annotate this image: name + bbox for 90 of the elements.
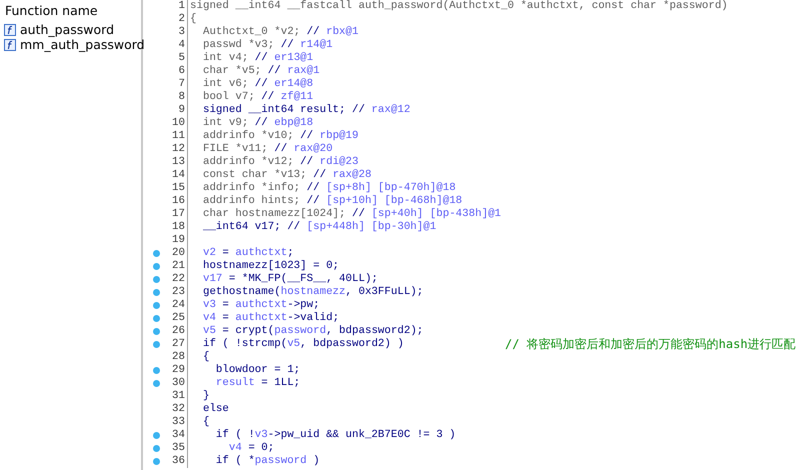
code-line: addrinfo *v10; // rbp@19 <box>202 130 358 143</box>
line-number: 22 <box>171 273 186 286</box>
code-line: passwd *v3; // r14@1 <box>202 39 333 52</box>
breakpoint-dot[interactable] <box>152 432 160 439</box>
line-number: 21 <box>171 260 186 273</box>
code-line: { <box>190 13 196 26</box>
code-line: { <box>202 416 210 429</box>
code-line: addrinfo hints; // [sp+10h] [bp-468h]@18 <box>202 195 462 208</box>
line-number: 24 <box>171 299 186 312</box>
code-line: __int64 v17; // [sp+448h] [bp-30h]@1 <box>202 221 436 234</box>
code-line: { <box>202 351 210 364</box>
code-comment: // 将密码加密后和加密后的万能密码的hash进行匹配 <box>504 338 796 351</box>
breakpoint-dot[interactable] <box>152 250 160 257</box>
code-line: if ( !strcmp(v5, bdpassword2) ) <box>202 338 404 351</box>
code-line: int v4; // er13@1 <box>202 52 314 65</box>
breakpoint-dot[interactable] <box>152 328 160 335</box>
function-list-item[interactable]: auth_password <box>4 22 114 37</box>
line-number: 8 <box>178 91 186 104</box>
line-number: 26 <box>171 325 186 338</box>
line-number: 31 <box>171 390 186 403</box>
line-number: 2 <box>178 13 186 26</box>
breakpoint-dot[interactable] <box>152 289 160 296</box>
line-number: 23 <box>171 286 186 299</box>
line-number: 19 <box>171 234 186 247</box>
code-line: int v9; // ebp@18 <box>202 117 314 130</box>
code-line: gethostname(hostnamezz, 0x3FFuLL); <box>202 286 424 299</box>
line-number: 4 <box>178 39 186 52</box>
code-line: FILE *v11; // rax@20 <box>202 143 333 156</box>
line-number: 34 <box>171 429 186 442</box>
line-number: 10 <box>171 117 186 130</box>
line-number: 18 <box>171 221 186 234</box>
line-number: 11 <box>171 130 186 143</box>
code-line: signed __int64 result; // rax@12 <box>202 104 410 117</box>
line-number: 25 <box>171 312 186 325</box>
code-line: bool v7; // zf@11 <box>202 91 314 104</box>
line-number: 28 <box>171 351 186 364</box>
breakpoint-dot[interactable] <box>152 445 160 452</box>
line-number: 17 <box>171 208 186 221</box>
code-line: else <box>202 403 229 416</box>
code-line: char *v5; // rax@1 <box>202 65 320 78</box>
line-number: 14 <box>171 169 186 182</box>
line-number: 20 <box>171 247 186 260</box>
code-line: addrinfo *info; // [sp+8h] [bp-470h]@18 <box>202 182 456 195</box>
line-number: 13 <box>171 156 186 169</box>
code-line: if ( !v3->pw_uid && unk_2B7E0C != 3 ) <box>214 429 456 442</box>
function-icon <box>4 24 16 36</box>
breakpoint-dot[interactable] <box>152 380 160 387</box>
code-line: v4 = authctxt->valid; <box>202 312 340 325</box>
line-number: 3 <box>178 26 186 39</box>
line-number: 16 <box>171 195 186 208</box>
code-line: const char *v13; // rax@28 <box>202 169 372 182</box>
code-line: int v6; // er14@8 <box>202 78 314 91</box>
function-icon <box>4 38 16 50</box>
line-number: 35 <box>171 442 186 455</box>
line-number: 1 <box>178 0 186 13</box>
code-line: v2 = authctxt; <box>202 247 294 260</box>
code-line: } <box>202 390 210 403</box>
line-number: 33 <box>171 416 186 429</box>
code-line: addrinfo *v12; // rdi@23 <box>202 156 358 169</box>
line-number: 5 <box>178 52 186 65</box>
line-number: 9 <box>178 104 186 117</box>
column-header: Function name <box>4 2 98 20</box>
breakpoint-dot[interactable] <box>152 315 160 322</box>
breakpoint-dot[interactable] <box>152 367 160 374</box>
code-line: v17 = *MK_FP(__FS__, 40LL); <box>202 273 378 286</box>
code-line: char hostnamezz[1024]; // [sp+40h] [bp-438h]@1 <box>202 208 502 221</box>
code-line: v5 = crypt(password, bdpassword2); <box>202 325 424 338</box>
function-list-item[interactable]: mm_auth_password <box>4 37 145 52</box>
breakpoint-dot[interactable] <box>152 276 160 283</box>
code-line: signed __int64 __fastcall auth_password(Authctxt_0 *authctxt, const char *password) <box>190 0 728 13</box>
breakpoint-dot[interactable] <box>152 458 160 465</box>
breakpoint-dot[interactable] <box>152 302 160 309</box>
code-line: v3 = authctxt->pw; <box>202 299 320 312</box>
line-number: 15 <box>171 182 186 195</box>
line-number: 36 <box>171 455 186 468</box>
line-number: 32 <box>171 403 186 416</box>
code-line: if ( *password ) <box>214 455 320 468</box>
line-number: 6 <box>178 65 186 78</box>
line-number: 12 <box>171 143 186 156</box>
line-number: 7 <box>178 78 186 91</box>
code-line: blowdoor = 1; <box>214 364 300 377</box>
breakpoint-dot[interactable] <box>152 263 160 270</box>
breakpoint-dot[interactable] <box>152 341 160 348</box>
line-number: 29 <box>171 364 186 377</box>
line-number: 27 <box>171 338 186 351</box>
line-number: 30 <box>171 377 186 390</box>
code-line: v4 = 0; <box>228 442 274 455</box>
code-line: result = 1LL; <box>214 377 300 390</box>
code-line: Authctxt_0 *v2; // rbx@1 <box>202 26 358 39</box>
code-line: hostnamezz[1023] = 0; <box>202 260 340 273</box>
